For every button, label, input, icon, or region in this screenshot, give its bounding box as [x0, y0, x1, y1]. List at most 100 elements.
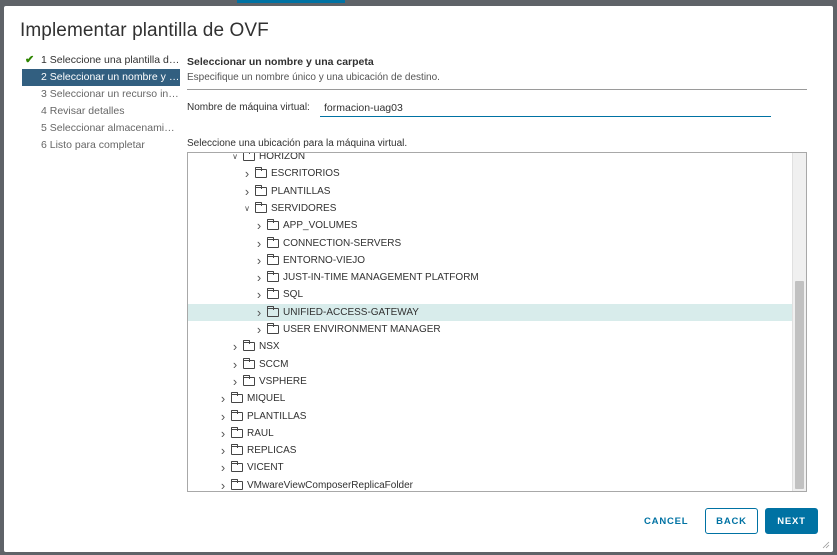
folder-icon [267, 219, 279, 231]
chevron-right-icon[interactable]: › [218, 390, 228, 407]
location-label: Seleccione una ubicación para la máquina… [187, 138, 408, 149]
tree-scrollbar[interactable] [792, 153, 806, 491]
header-divider [187, 89, 807, 90]
folder-icon [255, 167, 267, 179]
chevron-right-icon[interactable]: › [218, 477, 228, 491]
tree-node-label: CONNECTION-SERVERS [283, 237, 402, 249]
folder-icon [255, 201, 267, 213]
tree-node-label: RAUL [247, 427, 274, 439]
chevron-right-icon[interactable]: › [254, 321, 264, 338]
chevron-right-icon[interactable]: › [254, 235, 264, 252]
tree-node[interactable]: › ENTORNO-VIEJO [188, 252, 793, 269]
folder-icon [243, 153, 255, 161]
tree-node[interactable]: › REPLICAS [188, 442, 793, 459]
chevron-right-icon[interactable]: › [254, 304, 264, 321]
folder-icon [231, 478, 243, 490]
chevron-right-icon[interactable]: › [254, 269, 264, 286]
tree-node[interactable]: › ESCRITORIOS [188, 165, 793, 182]
chevron-right-icon[interactable]: › [242, 165, 252, 182]
tree-node-label: HORIZON [259, 152, 306, 162]
tree-node[interactable]: › CONNECTION-SERVERS [188, 235, 793, 252]
folder-icon [243, 357, 255, 369]
tree-node-label: MIQUEL [247, 393, 286, 405]
chevron-right-icon[interactable]: › [218, 442, 228, 459]
tree-node-label: NSX [259, 341, 280, 353]
dialog-footer: CANCEL BACK NEXT [4, 508, 833, 542]
tree-node-label: ESCRITORIOS [271, 168, 340, 180]
chevron-right-icon[interactable]: › [230, 356, 240, 373]
back-button[interactable]: BACK [705, 508, 758, 534]
next-button[interactable]: NEXT [765, 508, 818, 534]
chevron-right-icon[interactable]: › [242, 183, 252, 200]
wizard-step-label: 6 Listo para completar [41, 139, 145, 151]
tree-node[interactable]: › NSX [188, 338, 793, 355]
tree-node[interactable]: › PLANTILLAS [188, 408, 793, 425]
wizard-step-label: 3 Seleccionar un recurso informático [41, 88, 180, 100]
tree-node-label: SQL [283, 289, 304, 301]
wizard-step-label: 1 Seleccione una plantilla de OVF [41, 54, 180, 66]
tree-node[interactable]: › PLANTILLAS [188, 183, 793, 200]
tree-node-label: SERVIDORES [271, 202, 337, 214]
chevron-down-icon[interactable]: ∨ [230, 153, 240, 165]
chevron-right-icon[interactable]: › [254, 217, 264, 234]
tree-node[interactable]: › SCCM [188, 356, 793, 373]
folder-icon [231, 461, 243, 473]
folder-icon [243, 340, 255, 352]
folder-icon [267, 253, 279, 265]
folder-icon [267, 288, 279, 300]
tree-node-label: VMwareViewComposerReplicaFolder [247, 479, 413, 491]
chevron-down-icon[interactable]: ∨ [242, 200, 252, 217]
wizard-step-3: 3 Seleccionar un recurso informático [22, 86, 180, 103]
section-subtitle: Especifique un nombre único y una ubicac… [187, 72, 440, 83]
wizard-step-6: 6 Listo para completar [22, 137, 180, 154]
tree-node[interactable]: › APP_VOLUMES [188, 217, 793, 234]
check-icon: ✔ [25, 54, 35, 66]
tree-node-label: UNIFIED-ACCESS-GATEWAY [283, 306, 419, 318]
chevron-right-icon[interactable]: › [230, 338, 240, 355]
folder-icon [243, 374, 255, 386]
wizard-step-2[interactable]: 2 Seleccionar un nombre y una carpeta [22, 69, 180, 86]
tree-node[interactable]: › USER ENVIRONMENT MANAGER [188, 321, 793, 338]
tree-node[interactable]: › SQL [188, 286, 793, 303]
tree-node[interactable]: ∨ HORIZON [188, 152, 793, 165]
background-tab-indicator [237, 0, 345, 3]
wizard-step-label: 4 Revisar detalles [41, 105, 125, 117]
tree-node-label: VICENT [247, 462, 284, 474]
vm-name-row: Nombre de máquina virtual: [187, 99, 787, 119]
chevron-right-icon[interactable]: › [230, 373, 240, 390]
tree-node-label: ENTORNO-VIEJO [283, 254, 366, 266]
tree-node[interactable]: › JUST-IN-TIME MANAGEMENT PLATFORM [188, 269, 793, 286]
tree-node-label: SCCM [259, 358, 289, 370]
chevron-right-icon[interactable]: › [218, 425, 228, 442]
step-header: Seleccionar un nombre y una carpeta Espe… [187, 55, 807, 90]
wizard-step-5: 5 Seleccionar almacenamiento [22, 120, 180, 137]
wizard-step-label: 5 Seleccionar almacenamiento [41, 122, 180, 134]
wizard-step-4: 4 Revisar detalles [22, 103, 180, 120]
tree-node-label: JUST-IN-TIME MANAGEMENT PLATFORM [283, 272, 479, 284]
section-title: Seleccionar un nombre y una carpeta [187, 56, 374, 68]
chevron-right-icon[interactable]: › [218, 408, 228, 425]
folder-tree[interactable]: › VMwareViewComposerReplicaFolder › VICENT ›… [187, 152, 807, 492]
tree-node-label: PLANTILLAS [271, 185, 331, 197]
tree-node[interactable]: › MIQUEL [188, 390, 793, 407]
tree-node[interactable]: › VICENT [188, 459, 793, 476]
tree-node[interactable]: › RAUL [188, 425, 793, 442]
tree-node-label: USER ENVIRONMENT MANAGER [283, 324, 441, 335]
folder-icon [255, 184, 267, 196]
wizard-step-1[interactable]: ✔ 1 Seleccione una plantilla de OVF [22, 52, 180, 69]
chevron-right-icon[interactable]: › [254, 252, 264, 269]
chevron-right-icon[interactable]: › [218, 459, 228, 476]
vm-name-input[interactable] [320, 99, 771, 117]
chevron-right-icon[interactable]: › [254, 286, 264, 303]
folder-icon [267, 271, 279, 283]
cancel-button[interactable]: CANCEL [637, 508, 693, 534]
tree-node[interactable]: › VMwareViewComposerReplicaFolder [188, 477, 793, 491]
folder-icon [267, 236, 279, 248]
resize-grip-icon[interactable] [822, 541, 830, 549]
tree-scrollbar-thumb[interactable] [795, 281, 804, 489]
tree-node[interactable]: ∨ SERVIDORES [188, 200, 793, 217]
folder-icon [231, 409, 243, 421]
tree-node-label: VSPHERE [259, 375, 307, 387]
tree-node[interactable]: › VSPHERE [188, 373, 793, 390]
tree-node[interactable]: › UNIFIED-ACCESS-GATEWAY [188, 303, 793, 321]
